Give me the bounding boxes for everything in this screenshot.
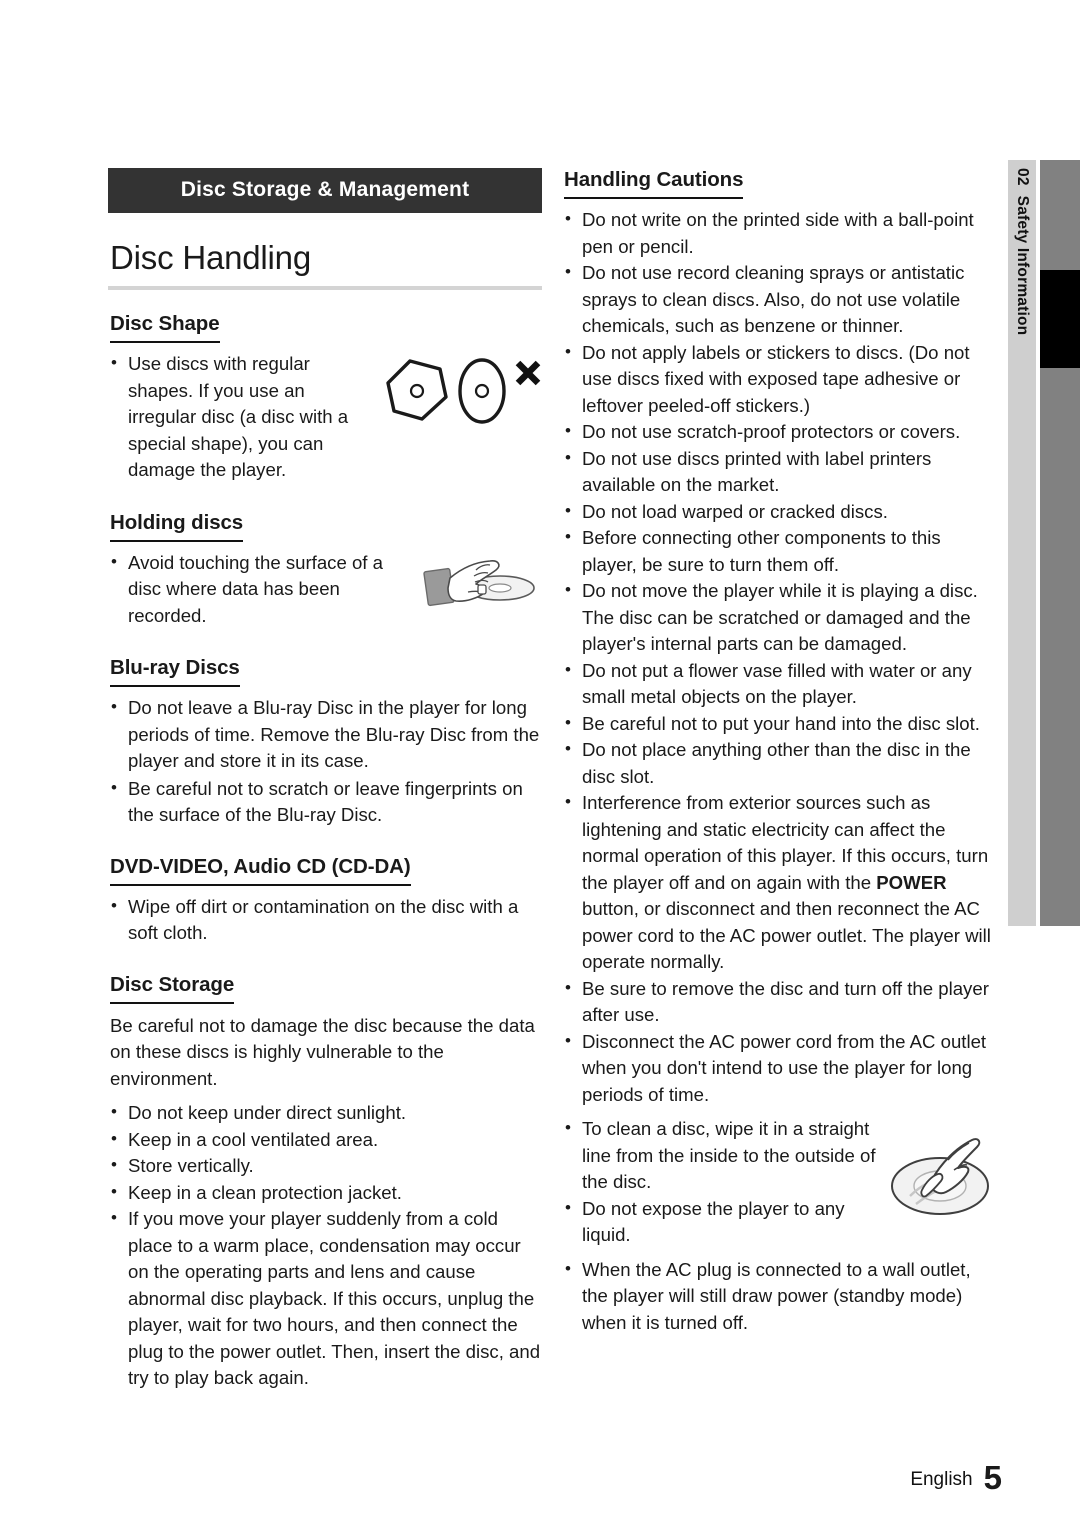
handling-cautions-bullets: Do not write on the printed side with a … [562, 206, 996, 1109]
subheading-label: Blu-ray Discs [110, 656, 240, 679]
right-column: Handling Cautions Do not write on the pr… [562, 168, 996, 1336]
list-item-interference: Interference from exterior sources such … [562, 789, 996, 976]
left-column: Disc Storage & Management Disc Handling … [108, 168, 542, 1392]
power-button-term: POWER [876, 871, 947, 893]
list-item: Be careful not to put your hand into the… [562, 710, 996, 738]
page-footer: English 5 [0, 1455, 1002, 1496]
list-item: Disconnect the AC power cord from the AC… [562, 1028, 996, 1109]
list-item: Do not use record cleaning sprays or ant… [562, 259, 996, 340]
handling-cautions-bullets-continued: To clean a disc, wipe it in a straight l… [562, 1115, 996, 1249]
subheading-label: Disc Shape [110, 312, 220, 335]
subheading-rule [110, 685, 240, 687]
list-item: Do not move the player while it is playi… [562, 577, 996, 658]
handling-cautions-bullets-final: When the AC plug is connected to a wall … [562, 1256, 996, 1337]
subheading-label: DVD-VIDEO, Audio CD (CD-DA) [110, 854, 411, 878]
list-item: If you move your player suddenly from a … [108, 1205, 542, 1392]
subheading-disc-storage: Disc Storage [110, 973, 234, 1004]
chapter-name: Safety Information [1014, 195, 1031, 336]
footer-language: English [910, 1469, 973, 1490]
chapter-index-active-marker [1040, 270, 1080, 368]
list-item: Keep in a cool ventilated area. [108, 1126, 542, 1154]
interference-text-after: button, or disconnect and then reconnect… [582, 898, 991, 972]
list-item: Be careful not to scratch or leave finge… [108, 775, 542, 829]
list-item: Keep in a clean protection jacket. [108, 1179, 542, 1207]
list-item: Before connecting other components to th… [562, 524, 996, 578]
subheading-handling-cautions: Handling Cautions [564, 168, 743, 199]
disc-storage-bullets: Do not keep under direct sunlight. Keep … [108, 1099, 542, 1392]
title-rule [108, 286, 542, 290]
list-item: Use discs with regular shapes. If you us… [108, 350, 542, 484]
list-item: When the AC plug is connected to a wall … [562, 1256, 996, 1337]
blu-ray-discs-bullets: Do not leave a Blu-ray Disc in the playe… [108, 694, 542, 829]
dvd-video-bullets: Wipe off dirt or contamination on the di… [108, 893, 542, 947]
list-item: Wipe off dirt or contamination on the di… [108, 893, 542, 947]
list-item: Do not write on the printed side with a … [562, 206, 996, 260]
list-item: To clean a disc, wipe it in a straight l… [562, 1115, 996, 1196]
disc-storage-paragraph: Be careful not to damage the disc becaus… [110, 1014, 535, 1089]
list-item: Do not use scratch-proof protectors or c… [562, 418, 996, 446]
subheading-disc-shape: Disc Shape [110, 312, 220, 343]
subheading-label: Holding discs [110, 510, 244, 534]
list-item: Avoid touching the surface of a disc whe… [108, 549, 542, 630]
list-item: Do not keep under direct sunlight. [108, 1099, 542, 1127]
list-item: Do not expose the player to any liquid. [562, 1195, 996, 1249]
list-item: Do not load warped or cracked discs. [562, 498, 996, 526]
list-item: Do not put a flower vase filled with wat… [562, 657, 996, 711]
subheading-label: Disc Storage [110, 972, 235, 996]
subheading-dvd-video-audio-cd: DVD-VIDEO, Audio CD (CD-DA) [110, 855, 411, 886]
holding-discs-bullets: Avoid touching the surface of a disc whe… [108, 549, 542, 630]
section-banner: Disc Storage & Management [108, 168, 542, 213]
subheading-rule [110, 341, 220, 343]
page-title: Disc Handling [110, 239, 311, 276]
disc-shape-bullets: Use discs with regular shapes. If you us… [108, 350, 542, 484]
subheading-rule [564, 197, 744, 199]
subheading-label: Handling Cautions [564, 168, 744, 191]
subheading-rule [110, 539, 244, 542]
chapter-number: 02 [1014, 168, 1031, 186]
chapter-tab: 02 Safety Information [1008, 160, 1036, 926]
subheading-holding-discs: Holding discs [110, 511, 243, 542]
subheading-blu-ray-discs: Blu-ray Discs [110, 656, 240, 687]
footer-page-number: 5 [983, 1459, 1002, 1496]
chapter-tab-label: 02 Safety Information [1013, 168, 1031, 335]
subheading-rule [110, 883, 411, 886]
list-item: Store vertically. [108, 1152, 542, 1180]
list-item: Do not leave a Blu-ray Disc in the playe… [108, 694, 542, 775]
subheading-rule [110, 1001, 235, 1004]
list-item: Do not use discs printed with label prin… [562, 445, 996, 499]
list-item: Do not apply labels or stickers to discs… [562, 339, 996, 420]
list-item: Do not place anything other than the dis… [562, 736, 996, 790]
manual-page: 02 Safety Information Disc Storage & Mana… [0, 0, 1080, 1532]
list-item: Be sure to remove the disc and turn off … [562, 975, 996, 1029]
